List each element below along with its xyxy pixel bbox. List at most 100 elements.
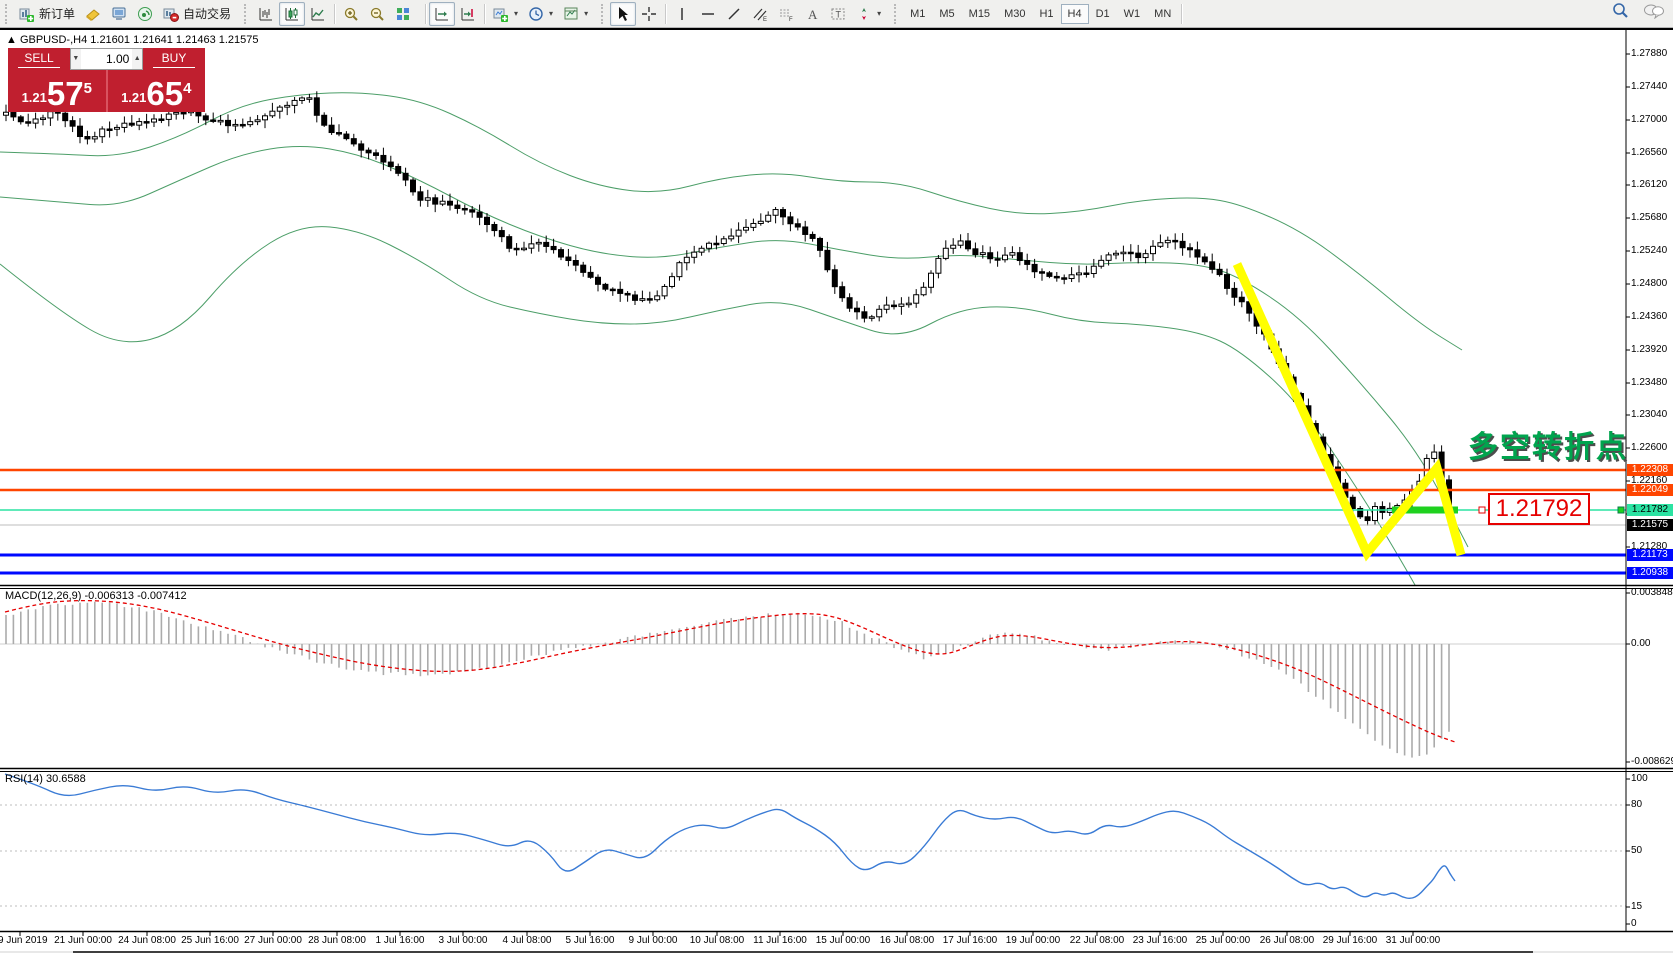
templates-button[interactable]: ▾ (558, 2, 593, 26)
callout-anchor-square[interactable] (1479, 507, 1485, 513)
bullish-candle (277, 107, 282, 111)
bearish-candle (1017, 253, 1022, 261)
templates-icon (563, 6, 579, 22)
bearish-candle (159, 119, 164, 121)
bollinger-middle-band[interactable] (0, 147, 1468, 548)
bearish-candle (507, 237, 512, 249)
arrow-objects-icon (856, 6, 872, 22)
timeframe-m30[interactable]: M30 (997, 4, 1032, 24)
main-pane[interactable] (0, 91, 1626, 612)
bearish-candle (1047, 273, 1052, 277)
tile-windows-icon (395, 6, 411, 22)
bearish-candle (181, 112, 186, 114)
toolbar-grip[interactable] (894, 4, 901, 24)
bullish-candle (115, 127, 120, 129)
bearish-candle (403, 173, 408, 180)
rsi-line[interactable] (5, 774, 1455, 898)
autotrading-button[interactable]: 自动交易 (158, 2, 236, 26)
periods-button[interactable]: ▾ (523, 2, 558, 26)
search-icon[interactable] (1612, 2, 1629, 19)
new-order-button[interactable]: 新订单 (14, 2, 80, 26)
chart-shift-button[interactable] (455, 2, 481, 26)
bearish-candle (344, 134, 349, 139)
bearish-candle (85, 137, 90, 139)
bullish-candle (662, 286, 667, 295)
timeframe-m1[interactable]: M1 (903, 4, 932, 24)
timeframe-m5[interactable]: M5 (932, 4, 961, 24)
text-label-button[interactable]: T (825, 2, 851, 26)
bullish-candle (736, 230, 741, 236)
bearish-candle (832, 270, 837, 287)
vertical-line-button[interactable] (669, 2, 695, 26)
toolbar-grip[interactable] (244, 4, 251, 24)
toolbar-grip[interactable] (5, 4, 12, 24)
bullish-candle (536, 242, 541, 244)
crosshair-button[interactable] (636, 2, 662, 26)
bearish-candle (411, 180, 416, 192)
bearish-candle (1239, 297, 1244, 301)
dropdown-caret-icon: ▾ (584, 9, 588, 18)
toolbar-grip[interactable] (601, 4, 608, 24)
timeframe-m15[interactable]: M15 (962, 4, 997, 24)
bullish-candle (906, 303, 911, 305)
bearish-candle (485, 217, 490, 224)
timeframe-h1[interactable]: H1 (1032, 4, 1060, 24)
bar-chart-button[interactable] (253, 2, 279, 26)
bearish-candle (714, 243, 719, 245)
volume-input[interactable] (81, 49, 133, 69)
bullish-candle (1143, 254, 1148, 258)
bullish-candle (300, 98, 305, 100)
buy-button[interactable]: BUY (143, 48, 205, 70)
horizontal-line-button[interactable] (695, 2, 721, 26)
line-chart-button[interactable] (305, 2, 331, 26)
rsi-pane[interactable] (0, 774, 1626, 906)
signal-button[interactable] (132, 2, 158, 26)
arrows-button[interactable]: ▾ (851, 2, 886, 26)
buy-price[interactable]: 1.21654 (108, 70, 206, 112)
bullish-candle (100, 129, 105, 137)
line-handle-square[interactable] (1618, 507, 1624, 513)
fibonacci-button[interactable]: F (773, 2, 799, 26)
toolbar-group-charttype (239, 0, 419, 27)
bullish-candle (122, 123, 127, 127)
bearish-candle (396, 166, 401, 173)
line-chart-icon (310, 6, 326, 22)
tile-windows-button[interactable] (390, 2, 416, 26)
bullish-candle (233, 124, 238, 126)
cursor-button[interactable] (610, 2, 636, 26)
trendline-button[interactable] (721, 2, 747, 26)
chart-window[interactable]: ▲ GBPUSD-,H4 1.21601 1.21641 1.21463 1.2… (0, 28, 1673, 953)
equidistant-channel-button[interactable]: E (747, 2, 773, 26)
macd-pane[interactable] (0, 601, 1626, 758)
text-button[interactable]: A (799, 2, 825, 26)
indicators-button[interactable]: ▾ (488, 2, 523, 26)
volume-increase-button[interactable]: ▲ (132, 49, 142, 69)
timeframe-h4[interactable]: H4 (1061, 4, 1089, 24)
auto-scroll-button[interactable] (429, 2, 455, 26)
chart-canvas[interactable] (0, 30, 1673, 953)
notebook-button[interactable] (80, 2, 106, 26)
chart-shift-icon (460, 6, 476, 22)
candlestick-chart-button[interactable] (279, 2, 305, 26)
macd-signal-line[interactable] (5, 601, 1455, 742)
bullish-candle (307, 98, 312, 100)
chat-icon[interactable] (1643, 3, 1665, 19)
terminal-button[interactable] (106, 2, 132, 26)
bullish-candle (292, 100, 297, 105)
zoom-in-button[interactable] (338, 2, 364, 26)
bearish-candle (1173, 240, 1178, 242)
volume-decrease-button[interactable]: ▼ (71, 49, 81, 69)
sell-price-prefix: 1.21 (22, 90, 47, 105)
sell-button[interactable]: SELL (8, 48, 70, 70)
timeframe-w1[interactable]: W1 (1117, 4, 1148, 24)
bearish-candle (795, 224, 800, 227)
sell-price[interactable]: 1.21575 (8, 70, 106, 112)
timeframe-d1[interactable]: D1 (1089, 4, 1117, 24)
zoom-out-button[interactable] (364, 2, 390, 26)
bearish-candle (211, 120, 216, 122)
bollinger-upper-band[interactable] (0, 93, 1462, 350)
timeframe-mn[interactable]: MN (1147, 4, 1178, 24)
toolbar-group-objects: E F A T ▾ (596, 0, 889, 27)
bullish-candle (943, 248, 948, 258)
bullish-candle (425, 198, 430, 200)
